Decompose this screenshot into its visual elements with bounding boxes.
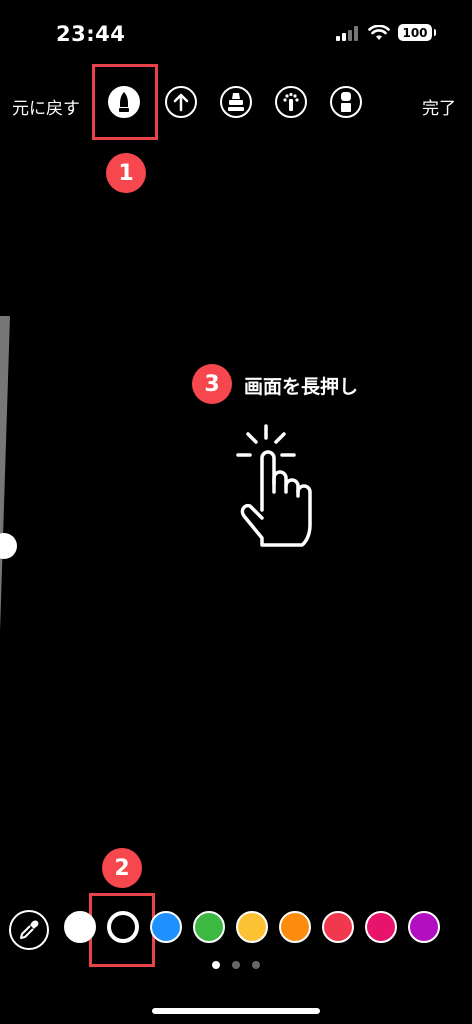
- color-swatch[interactable]: [236, 911, 268, 943]
- arrow-up-icon: [173, 93, 189, 112]
- color-swatch[interactable]: [408, 911, 440, 943]
- battery-icon: 100: [398, 24, 436, 41]
- neon-tool-button[interactable]: [275, 86, 307, 118]
- marker-tool-button[interactable]: [220, 86, 252, 118]
- color-swatch[interactable]: [279, 911, 311, 943]
- eraser-icon: [341, 92, 351, 112]
- page-dot: [212, 961, 220, 969]
- step-1-badge: 1: [106, 153, 146, 193]
- done-button[interactable]: 完了: [422, 94, 456, 119]
- pen-tool-highlight: [92, 64, 158, 140]
- brush-size-slider[interactable]: [0, 316, 10, 632]
- color-swatch[interactable]: [365, 911, 397, 943]
- marker-icon: [228, 93, 244, 111]
- signal-icon: [336, 25, 358, 41]
- brush-size-knob[interactable]: [0, 533, 17, 559]
- color-swatch[interactable]: [193, 911, 225, 943]
- undo-button[interactable]: 元に戻す: [12, 94, 80, 119]
- color-swatch[interactable]: [150, 911, 182, 943]
- eyedropper-icon: [20, 920, 39, 939]
- eraser-tool-button[interactable]: [330, 86, 362, 118]
- page-dot: [252, 961, 260, 969]
- step-3-badge: 3: [192, 364, 232, 404]
- status-time: 23:44: [56, 22, 126, 46]
- step-2-badge: 2: [102, 848, 142, 888]
- home-indicator: [152, 1008, 320, 1014]
- status-icons: 100: [336, 24, 436, 41]
- neon-pen-icon: [283, 92, 299, 111]
- arrow-tool-button[interactable]: [165, 86, 197, 118]
- color-swatch[interactable]: [322, 911, 354, 943]
- long-press-instruction: 画面を長押し: [244, 376, 359, 398]
- page-dot: [232, 961, 240, 969]
- long-press-hand-icon: [236, 424, 312, 547]
- color-swatch[interactable]: [64, 911, 96, 943]
- color-swatch[interactable]: [107, 911, 139, 943]
- wifi-icon: [368, 24, 390, 40]
- eyedropper-button[interactable]: [9, 910, 49, 950]
